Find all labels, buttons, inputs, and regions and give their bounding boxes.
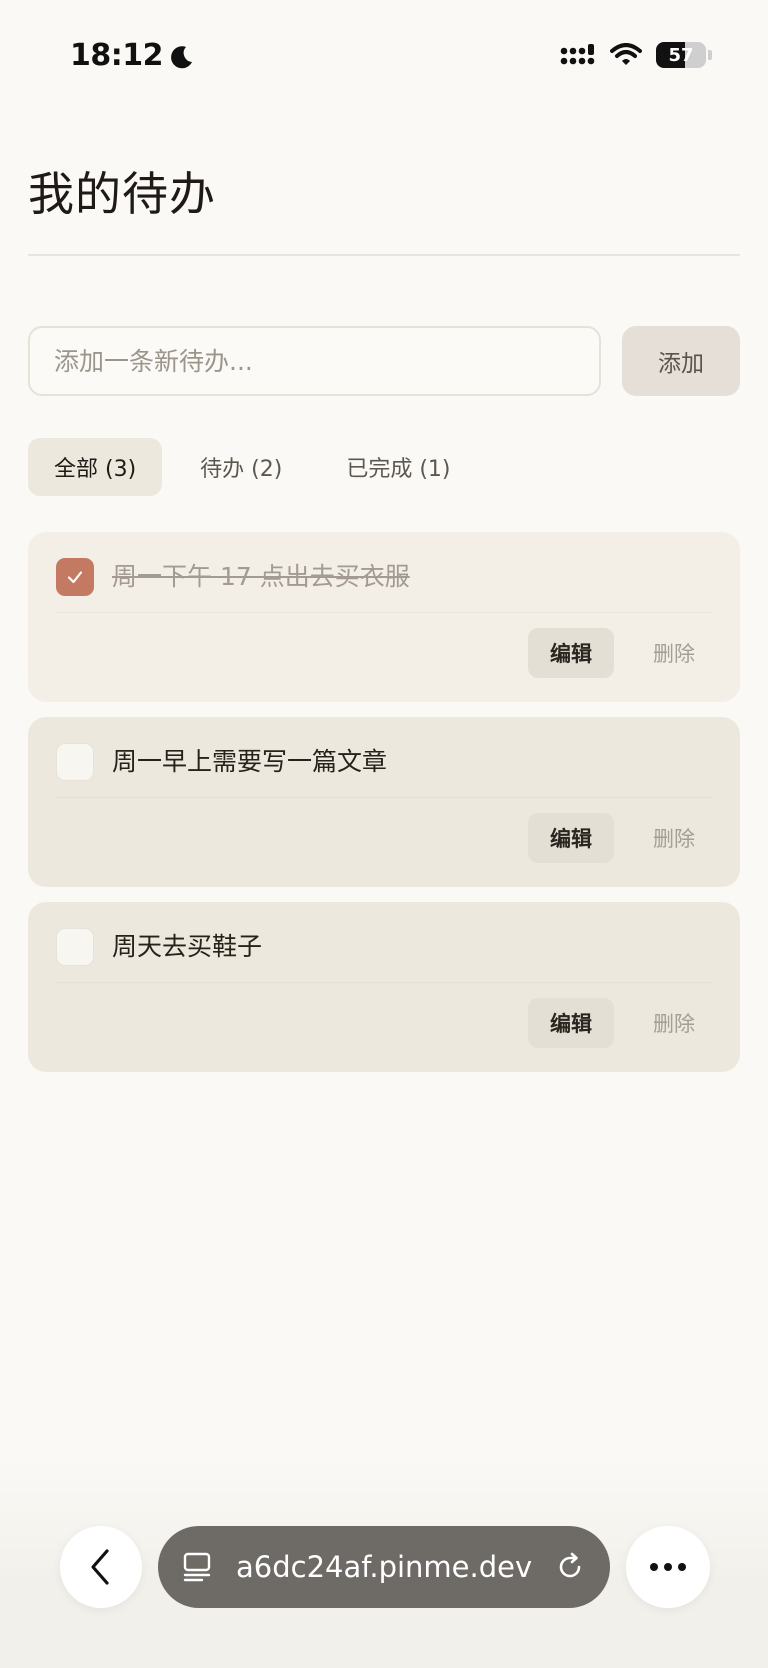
more-button[interactable] <box>626 1526 710 1608</box>
clock-time: 18:12 <box>70 38 164 73</box>
battery-tip <box>708 50 712 60</box>
url-text: a6dc24af.pinme.dev <box>236 1550 533 1584</box>
todo-item: 周一早上需要写一篇文章 编辑 删除 <box>28 717 740 887</box>
delete-button[interactable]: 删除 <box>634 813 714 863</box>
todo-checkbox[interactable] <box>56 558 94 596</box>
signal-icon <box>560 44 595 65</box>
add-button[interactable]: 添加 <box>622 326 740 396</box>
moon-icon <box>169 43 195 69</box>
edit-button[interactable]: 编辑 <box>528 813 614 863</box>
todo-text: 周一早上需要写一篇文章 <box>112 747 388 776</box>
new-todo-input[interactable] <box>28 326 601 396</box>
status-indicators: 57 <box>560 42 712 68</box>
address-bar[interactable]: a6dc24af.pinme.dev <box>158 1526 610 1608</box>
edit-button[interactable]: 编辑 <box>528 998 614 1048</box>
back-button[interactable] <box>60 1526 142 1608</box>
card-divider <box>56 982 712 983</box>
wifi-icon <box>610 43 642 65</box>
todo-text: 周天去买鞋子 <box>112 932 263 961</box>
edit-button[interactable]: 编辑 <box>528 628 614 678</box>
todo-text: 周一下午 17 点出去买衣服 <box>112 562 410 591</box>
tab-completed[interactable]: 已完成 (1) <box>320 438 476 496</box>
battery-icon: 57 <box>656 42 706 68</box>
tabs-icon <box>183 1552 211 1582</box>
todo-page: 18:12 57 我的待办 添加一条新待办... 添加 全部 (3) 待办 (2… <box>0 0 768 1668</box>
filter-tabs: 全部 (3) 待办 (2) 已完成 (1) <box>28 438 477 496</box>
status-clock: 18:12 <box>70 38 195 73</box>
title-divider <box>28 254 740 256</box>
back-chevron-icon <box>91 1549 109 1585</box>
tab-all[interactable]: 全部 (3) <box>28 438 163 496</box>
delete-button[interactable]: 删除 <box>634 628 714 678</box>
todo-item: 周一下午 17 点出去买衣服 编辑 删除 <box>28 532 740 702</box>
check-icon <box>67 571 83 584</box>
reload-icon[interactable] <box>554 1551 586 1583</box>
todo-item: 周天去买鞋子 编辑 删除 <box>28 902 740 1072</box>
card-divider <box>56 797 712 798</box>
card-divider <box>56 612 712 613</box>
battery-level: 57 <box>668 44 694 66</box>
todo-list: 周一下午 17 点出去买衣服 编辑 删除 周一早上需要写一篇文章 编辑 删除 周… <box>28 532 740 1087</box>
todo-checkbox[interactable] <box>56 743 94 781</box>
tab-pending[interactable]: 待办 (2) <box>174 438 308 496</box>
more-dots-icon <box>650 1563 686 1571</box>
delete-button[interactable]: 删除 <box>634 998 714 1048</box>
page-title: 我的待办 <box>28 167 216 221</box>
status-bar: 18:12 57 <box>0 0 768 112</box>
todo-checkbox[interactable] <box>56 928 94 966</box>
